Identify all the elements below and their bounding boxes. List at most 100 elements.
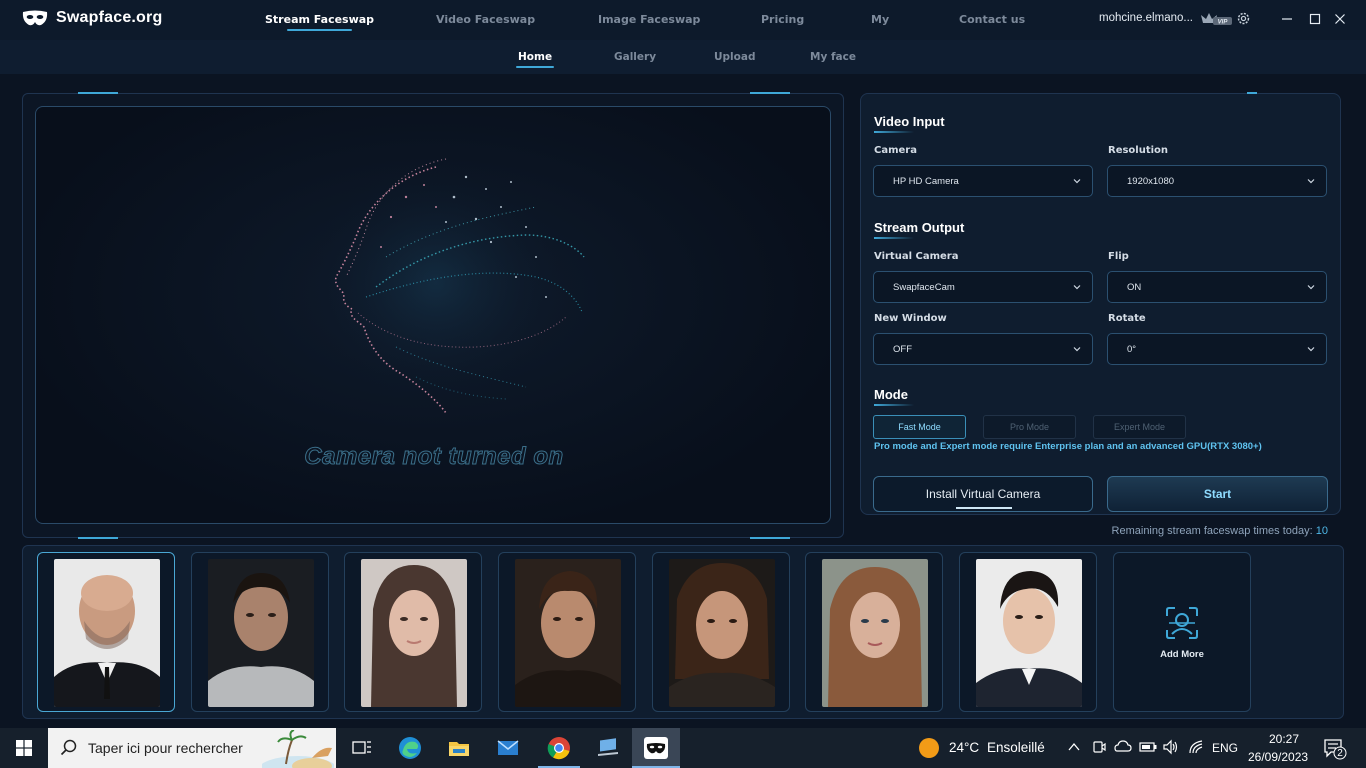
nav-image-faceswap[interactable]: Image Faceswap: [598, 13, 700, 26]
panel-accent: [78, 92, 118, 94]
speaker-volume-icon[interactable]: [1162, 739, 1178, 755]
face-scan-icon: [1166, 607, 1198, 639]
pro-mode-button[interactable]: Pro Mode: [983, 415, 1076, 439]
new-window-select[interactable]: OFF: [873, 333, 1093, 365]
mode-requirement-note: Pro mode and Expert mode require Enterpr…: [874, 441, 1262, 452]
resolution-select[interactable]: 1920x1080: [1107, 165, 1327, 197]
laptop-app-icon[interactable]: [596, 736, 620, 760]
camera-select-value: HP HD Camera: [893, 176, 959, 187]
virtual-camera-select[interactable]: SwapfaceCam: [873, 271, 1093, 303]
taskbar-search[interactable]: Taper ici pour rechercher: [48, 728, 336, 768]
swapface-taskbar-button[interactable]: [632, 728, 680, 768]
chevron-down-icon: [1307, 347, 1315, 352]
face-photo: [822, 559, 928, 707]
network-cloud-icon[interactable]: [1114, 740, 1132, 754]
install-virtual-camera-button[interactable]: Install Virtual Camera: [873, 476, 1093, 512]
face-photo: [208, 559, 314, 707]
windows-start-icon[interactable]: [16, 740, 32, 756]
remaining-count: 10: [1315, 525, 1328, 537]
chrome-taskbar-button[interactable]: [538, 728, 580, 768]
maximize-icon[interactable]: [1309, 13, 1321, 25]
subnav-my-face[interactable]: My face: [810, 51, 856, 63]
camera-select[interactable]: HP HD Camera: [873, 165, 1093, 197]
beach-illustration-icon: [262, 730, 334, 768]
virtual-camera-label: Virtual Camera: [874, 251, 959, 262]
chevron-down-icon: [1073, 179, 1081, 184]
chevron-down-icon: [1307, 179, 1315, 184]
face-card[interactable]: [37, 552, 175, 712]
stream-output-title: Stream Output: [874, 220, 965, 239]
start-button[interactable]: Start: [1107, 476, 1328, 512]
face-card[interactable]: [652, 552, 790, 712]
new-window-select-value: OFF: [893, 344, 912, 355]
face-card[interactable]: [344, 552, 482, 712]
face-card[interactable]: [498, 552, 636, 712]
flip-select[interactable]: ON: [1107, 271, 1327, 303]
panel-accent: [1247, 92, 1257, 94]
camera-status-message: Camera not turned on: [304, 443, 564, 471]
panel-accent: [78, 537, 118, 539]
resolution-select-value: 1920x1080: [1127, 176, 1175, 187]
rotate-select[interactable]: 0°: [1107, 333, 1327, 365]
search-placeholder: Taper ici pour rechercher: [88, 740, 243, 756]
remaining-label: Remaining stream faceswap times today:: [1111, 525, 1313, 537]
weather-temperature[interactable]: 24°C: [949, 740, 979, 755]
chevron-down-icon: [1307, 285, 1315, 290]
camera-label: Camera: [874, 145, 917, 156]
gear-icon[interactable]: [1236, 11, 1251, 26]
meet-now-icon[interactable]: [1092, 739, 1106, 755]
expert-mode-button[interactable]: Expert Mode: [1093, 415, 1186, 439]
flip-label: Flip: [1108, 251, 1129, 262]
resolution-label: Resolution: [1108, 145, 1169, 156]
close-icon[interactable]: [1334, 13, 1346, 25]
add-more-face-button[interactable]: Add More: [1113, 552, 1251, 712]
nav-video-faceswap[interactable]: Video Faceswap: [436, 13, 535, 26]
battery-icon[interactable]: [1139, 741, 1157, 753]
file-explorer-icon[interactable]: [447, 736, 471, 760]
minimize-icon[interactable]: [1281, 13, 1293, 25]
panel-accent: [750, 537, 790, 539]
clock-date[interactable]: 26/09/2023: [1248, 750, 1308, 764]
video-input-title: Video Input: [874, 114, 945, 133]
chevron-down-icon: [1073, 347, 1081, 352]
chevron-up-icon[interactable]: [1068, 742, 1080, 752]
chevron-down-icon: [1073, 285, 1081, 290]
face-photo: [669, 559, 775, 707]
rotate-label: Rotate: [1108, 313, 1146, 324]
face-photo: [54, 559, 160, 707]
nav-pricing[interactable]: Pricing: [761, 13, 804, 26]
nav-my[interactable]: My: [871, 13, 889, 26]
face-card[interactable]: [191, 552, 329, 712]
face-card[interactable]: [959, 552, 1097, 712]
subnav-home[interactable]: Home: [515, 51, 555, 68]
camera-preview: Camera not turned on: [35, 106, 831, 524]
nav-stream-faceswap[interactable]: Stream Faceswap: [265, 13, 374, 31]
virtual-camera-select-value: SwapfaceCam: [893, 282, 955, 293]
face-photo: [976, 559, 1082, 707]
user-name[interactable]: mohcine.elmano...: [1099, 12, 1193, 24]
vip-crown-icon: VIP: [1201, 13, 1232, 26]
title-bar: Swapface.org Stream Faceswap Video Faces…: [0, 0, 1366, 40]
nav-contact-us[interactable]: Contact us: [959, 13, 1025, 26]
remaining-times: Remaining stream faceswap times today: 1…: [1112, 525, 1328, 537]
vip-badge-text: VIP: [1218, 20, 1229, 26]
subnav-gallery[interactable]: Gallery: [614, 51, 656, 63]
particle-face-illustration: [296, 152, 585, 414]
swapface-app-icon: [644, 737, 668, 759]
sub-navigation: Home Gallery Upload My face: [0, 40, 1366, 74]
language-indicator[interactable]: ENG: [1212, 741, 1238, 755]
new-window-label: New Window: [874, 313, 947, 324]
task-view-icon[interactable]: [350, 736, 374, 760]
subnav-upload[interactable]: Upload: [714, 51, 755, 63]
rotate-select-value: 0°: [1127, 344, 1137, 355]
clock-time[interactable]: 20:27: [1263, 732, 1305, 746]
face-card[interactable]: [805, 552, 943, 712]
search-icon: [60, 739, 77, 756]
sun-weather-icon[interactable]: [918, 737, 940, 759]
edge-browser-icon[interactable]: [398, 736, 422, 760]
mode-title: Mode: [874, 387, 914, 406]
fast-mode-button[interactable]: Fast Mode: [873, 415, 966, 439]
wifi-icon[interactable]: [1188, 739, 1204, 755]
mail-icon[interactable]: [496, 736, 520, 760]
weather-condition[interactable]: Ensoleillé: [987, 740, 1045, 755]
